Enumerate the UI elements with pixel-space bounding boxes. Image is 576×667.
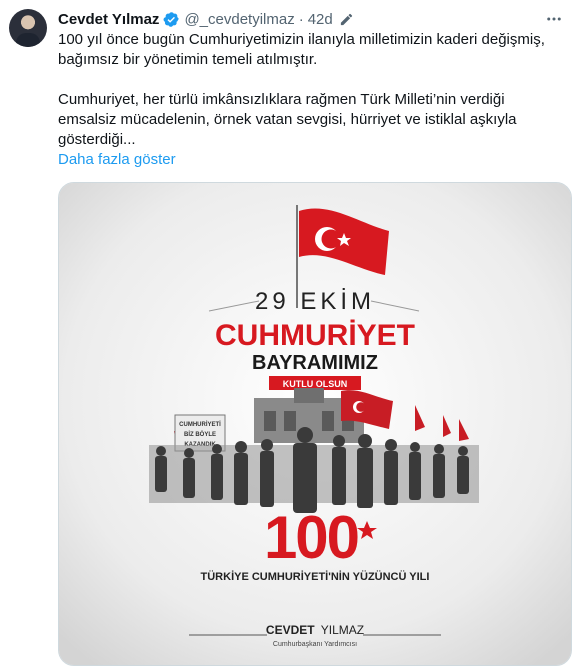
poster-date: 29 EKİM	[255, 288, 375, 315]
avatar[interactable]	[9, 9, 47, 47]
tweet-line: gösterdiği...	[58, 131, 136, 148]
signature-first: CEVDET	[266, 623, 315, 637]
poster-title: CUHMURİYET	[215, 319, 415, 352]
tweet-line: bağımsız bir yönetimin temeli atılmıştır…	[58, 51, 318, 68]
poster-subtitle: TÜRKİYE CUMHURİYETİ'NİN YÜZÜNCÜ YILI	[201, 570, 430, 583]
poster-subtitle-title: BAYRAMIMIZ	[252, 352, 378, 374]
tweet-time[interactable]: 42d	[308, 11, 333, 28]
tweet-line: 100 yıl önce bugün Cumhuriyetimizin ilan…	[58, 31, 545, 48]
pencil-edit-icon[interactable]	[339, 12, 354, 27]
verified-badge-icon	[163, 11, 180, 28]
more-dots-icon[interactable]	[542, 9, 566, 29]
tweet-line: emsalsiz mücadelenin, örnek vatan sevgis…	[58, 111, 517, 128]
author-name[interactable]: Cevdet Yılmaz	[58, 11, 159, 28]
tweet-line: Cumhuriyet, her türlü imkânsızlıklara ra…	[58, 91, 505, 108]
poster-number: 100	[264, 504, 358, 571]
signature-role: Cumhurbaşkanı Yardımcısı	[273, 641, 357, 648]
separator-dot: ·	[298, 10, 304, 28]
tweet-body: 100 yıl önce bugün Cumhuriyetimizin ilan…	[58, 30, 568, 170]
tweet-media-image[interactable]: 29 EKİM CUHMURİYET BAYRAMIMIZ KUTLU OLSU…	[58, 182, 572, 666]
tweet-header: Cevdet Yılmaz @_cevdetyilmaz · 42d	[58, 9, 566, 29]
sign-text: BİZ BÖYLE	[184, 431, 216, 438]
signature-name: CEVDET YILMAZ	[266, 623, 364, 637]
author-handle[interactable]: @_cevdetyilmaz	[184, 11, 294, 28]
sign-text: CUMHURİYETİ	[179, 421, 221, 428]
signature-last: YILMAZ	[321, 623, 364, 637]
poster-ribbon: KUTLU OLSUN	[283, 379, 348, 389]
show-more-link[interactable]: Daha fazla göster	[58, 150, 568, 170]
